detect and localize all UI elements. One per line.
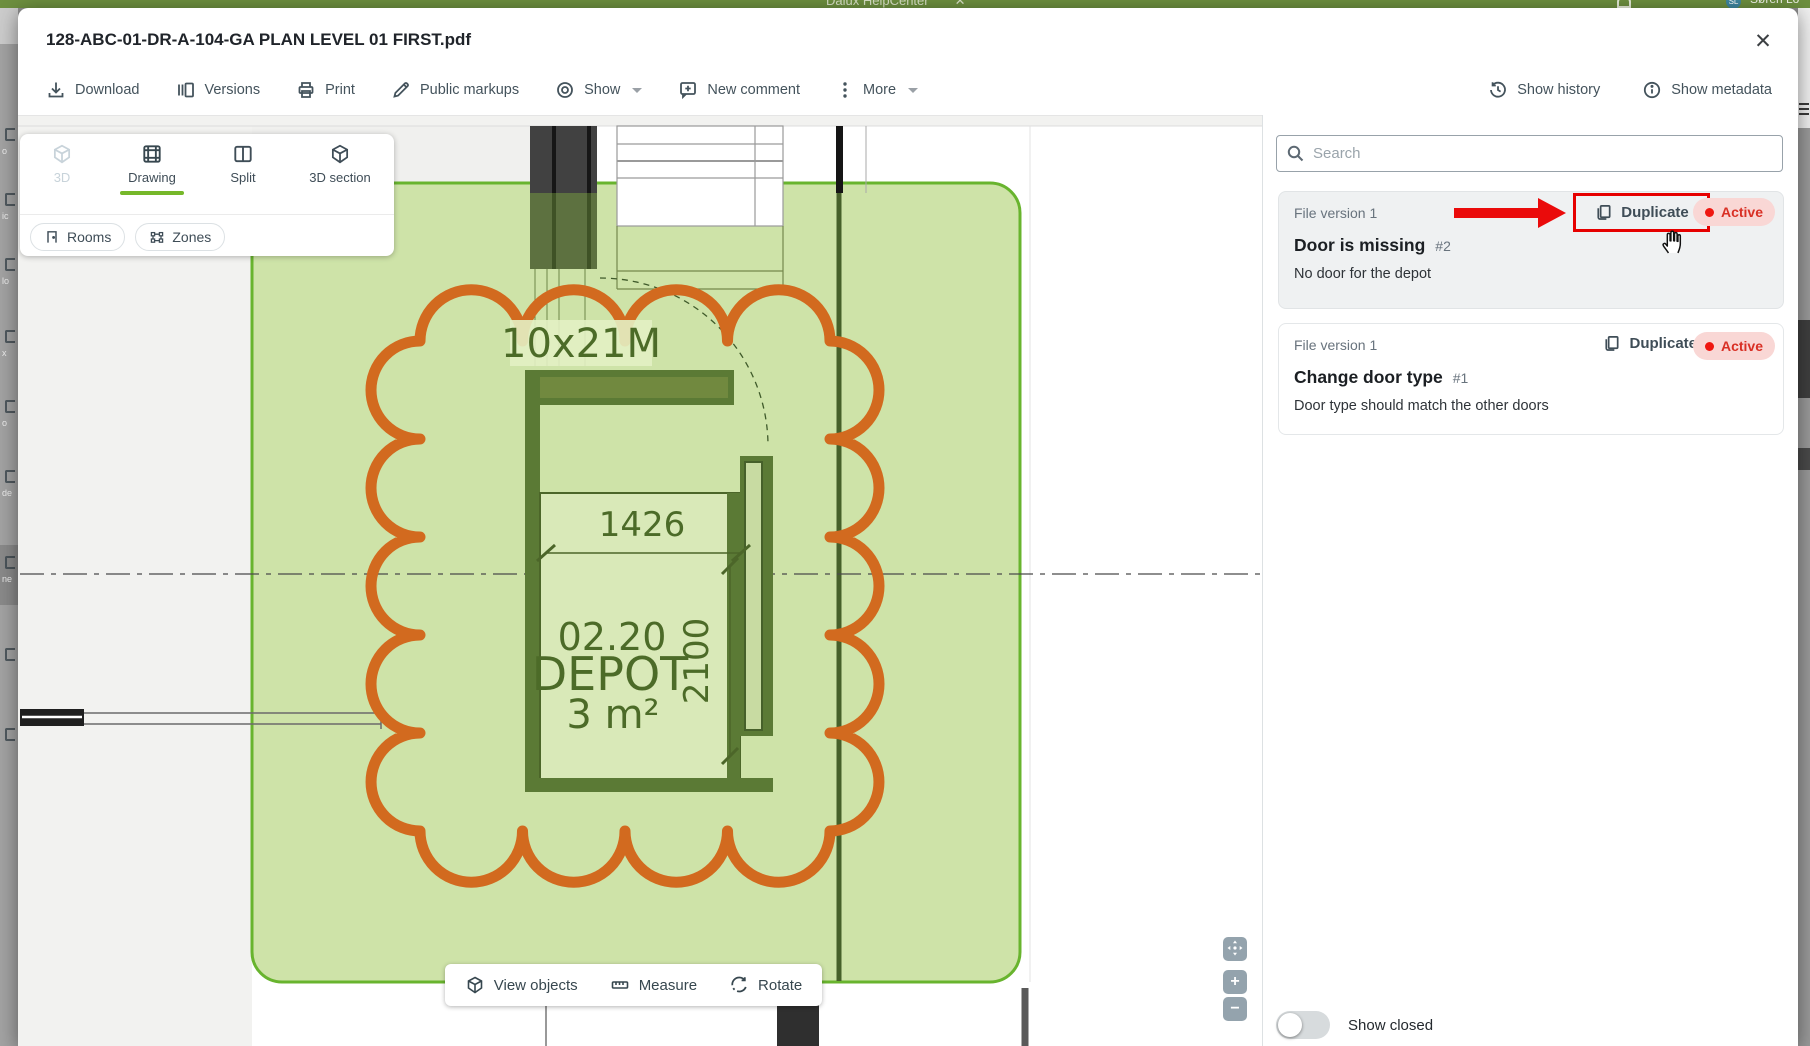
cube-icon bbox=[465, 975, 485, 995]
comment-title: Door is missing bbox=[1294, 235, 1425, 256]
duplicate-button[interactable]: Duplicate bbox=[1594, 203, 1689, 222]
toggle-knob bbox=[1278, 1013, 1302, 1037]
user-name: Søren Lo bbox=[1750, 0, 1799, 6]
ruler-icon bbox=[610, 975, 630, 995]
show-closed-toggle[interactable] bbox=[1276, 1011, 1330, 1039]
status-badge: Active bbox=[1693, 198, 1775, 226]
tab-split[interactable]: Split bbox=[200, 143, 286, 195]
cube-icon bbox=[51, 143, 73, 165]
kebab-menu-icon bbox=[836, 80, 854, 100]
status-dot-icon bbox=[1705, 342, 1714, 351]
background-left-toolbar: o ic lo x o de ne bbox=[0, 8, 18, 1046]
duplicate-button[interactable]: Duplicate bbox=[1602, 334, 1697, 353]
search-input[interactable] bbox=[1313, 137, 1773, 170]
tab-3d-section[interactable]: 3D section bbox=[286, 143, 394, 195]
column bbox=[836, 126, 843, 193]
download-button[interactable]: Download bbox=[46, 80, 140, 100]
dimension-width-label: 1426 bbox=[599, 505, 686, 545]
search-box bbox=[1276, 135, 1783, 172]
polygon-icon bbox=[149, 229, 165, 245]
duplicate-icon bbox=[1602, 334, 1621, 353]
document-title: 128-ABC-01-DR-A-104-GA PLAN LEVEL 01 FIR… bbox=[46, 30, 471, 50]
browser-topbar: Dalux HelpCenter✕ SL Søren Lo bbox=[0, 0, 1810, 8]
toolbar: Download Versions Print Public markups S… bbox=[46, 68, 918, 112]
pan-icon bbox=[1227, 940, 1243, 956]
print-icon bbox=[296, 80, 316, 100]
browser-tab: Dalux HelpCenter✕ bbox=[826, 0, 966, 8]
info-icon bbox=[1642, 80, 1662, 100]
pencil-icon bbox=[391, 80, 411, 100]
show-metadata-button[interactable]: Show metadata bbox=[1642, 80, 1772, 100]
comment-card-change-door-type[interactable]: File version 1 Duplicate Active Change d… bbox=[1278, 323, 1784, 435]
tab-drawing[interactable]: Drawing bbox=[104, 143, 200, 195]
comment-card-door-is-missing[interactable]: File version 1 Duplicate Active Door is … bbox=[1278, 191, 1784, 309]
zone-size-label: 10x21M bbox=[501, 321, 661, 367]
download-icon bbox=[46, 80, 66, 100]
versions-button[interactable]: Versions bbox=[176, 80, 261, 100]
comments-sidebar: File version 1 Duplicate Active Door is … bbox=[1262, 115, 1798, 1046]
background-right-edge bbox=[1798, 8, 1810, 1046]
versions-icon bbox=[176, 80, 196, 100]
pan-button[interactable] bbox=[1223, 937, 1247, 961]
rotate-icon bbox=[729, 975, 749, 995]
toolbar-right: Show history Show metadata bbox=[1488, 68, 1772, 112]
comment-number: #1 bbox=[1453, 370, 1469, 386]
zoom-in-button[interactable]: + bbox=[1223, 970, 1247, 994]
close-button[interactable]: ✕ bbox=[1746, 24, 1780, 58]
show-icon bbox=[555, 80, 575, 100]
measure-button[interactable]: Measure bbox=[610, 975, 697, 995]
show-history-button[interactable]: Show history bbox=[1488, 80, 1600, 100]
duplicate-icon bbox=[1594, 203, 1613, 222]
door-icon bbox=[44, 229, 60, 245]
rooms-button[interactable]: Rooms bbox=[30, 223, 125, 251]
rotate-button[interactable]: Rotate bbox=[729, 975, 802, 995]
new-comment-button[interactable]: New comment bbox=[678, 80, 800, 100]
history-icon bbox=[1488, 80, 1508, 100]
comment-description: No door for the depot bbox=[1294, 266, 1768, 282]
comment-title: Change door type bbox=[1294, 367, 1443, 388]
chevron-down-icon bbox=[632, 88, 642, 93]
view-objects-button[interactable]: View objects bbox=[465, 975, 578, 995]
show-button[interactable]: Show bbox=[555, 80, 642, 100]
drawing-icon bbox=[141, 143, 163, 165]
document-viewer-modal: 128-ABC-01-DR-A-104-GA PLAN LEVEL 01 FIR… bbox=[18, 8, 1798, 1046]
public-markups-button[interactable]: Public markups bbox=[391, 80, 519, 100]
comment-description: Door type should match the other doors bbox=[1294, 398, 1768, 414]
avatar: SL bbox=[1726, 0, 1741, 8]
chevron-down-icon bbox=[908, 88, 918, 93]
print-button[interactable]: Print bbox=[296, 80, 355, 100]
zoom-out-button[interactable]: − bbox=[1223, 997, 1247, 1021]
notification-bell-icon bbox=[1617, 0, 1631, 8]
canvas-toolbar: View objects Measure Rotate bbox=[445, 964, 822, 1006]
status-badge: Active bbox=[1693, 332, 1775, 360]
tab-3d[interactable]: 3D bbox=[20, 143, 104, 195]
screen: Dalux HelpCenter✕ SL Søren Lo o ic lo x … bbox=[0, 0, 1810, 1046]
cube-section-icon bbox=[329, 143, 351, 165]
comment-plus-icon bbox=[678, 80, 698, 100]
view-mode-panel: 3D Drawing Split 3D section bbox=[20, 134, 394, 256]
show-closed-row: Show closed bbox=[1276, 1011, 1433, 1039]
more-button[interactable]: More bbox=[836, 80, 918, 100]
search-icon bbox=[1286, 144, 1306, 164]
room-area-label: 3 m² bbox=[566, 692, 659, 738]
show-closed-label: Show closed bbox=[1348, 1017, 1433, 1034]
drawing-canvas[interactable]: 1426 2100 10x21M 02.20 DEPOT 3 m² bbox=[18, 115, 1262, 1046]
status-dot-icon bbox=[1705, 208, 1714, 217]
tab-close-icon: ✕ bbox=[955, 0, 966, 8]
split-icon bbox=[232, 143, 254, 165]
highlight-box: Duplicate bbox=[1573, 193, 1710, 232]
zones-button[interactable]: Zones bbox=[135, 223, 225, 251]
comment-number: #2 bbox=[1435, 238, 1451, 254]
